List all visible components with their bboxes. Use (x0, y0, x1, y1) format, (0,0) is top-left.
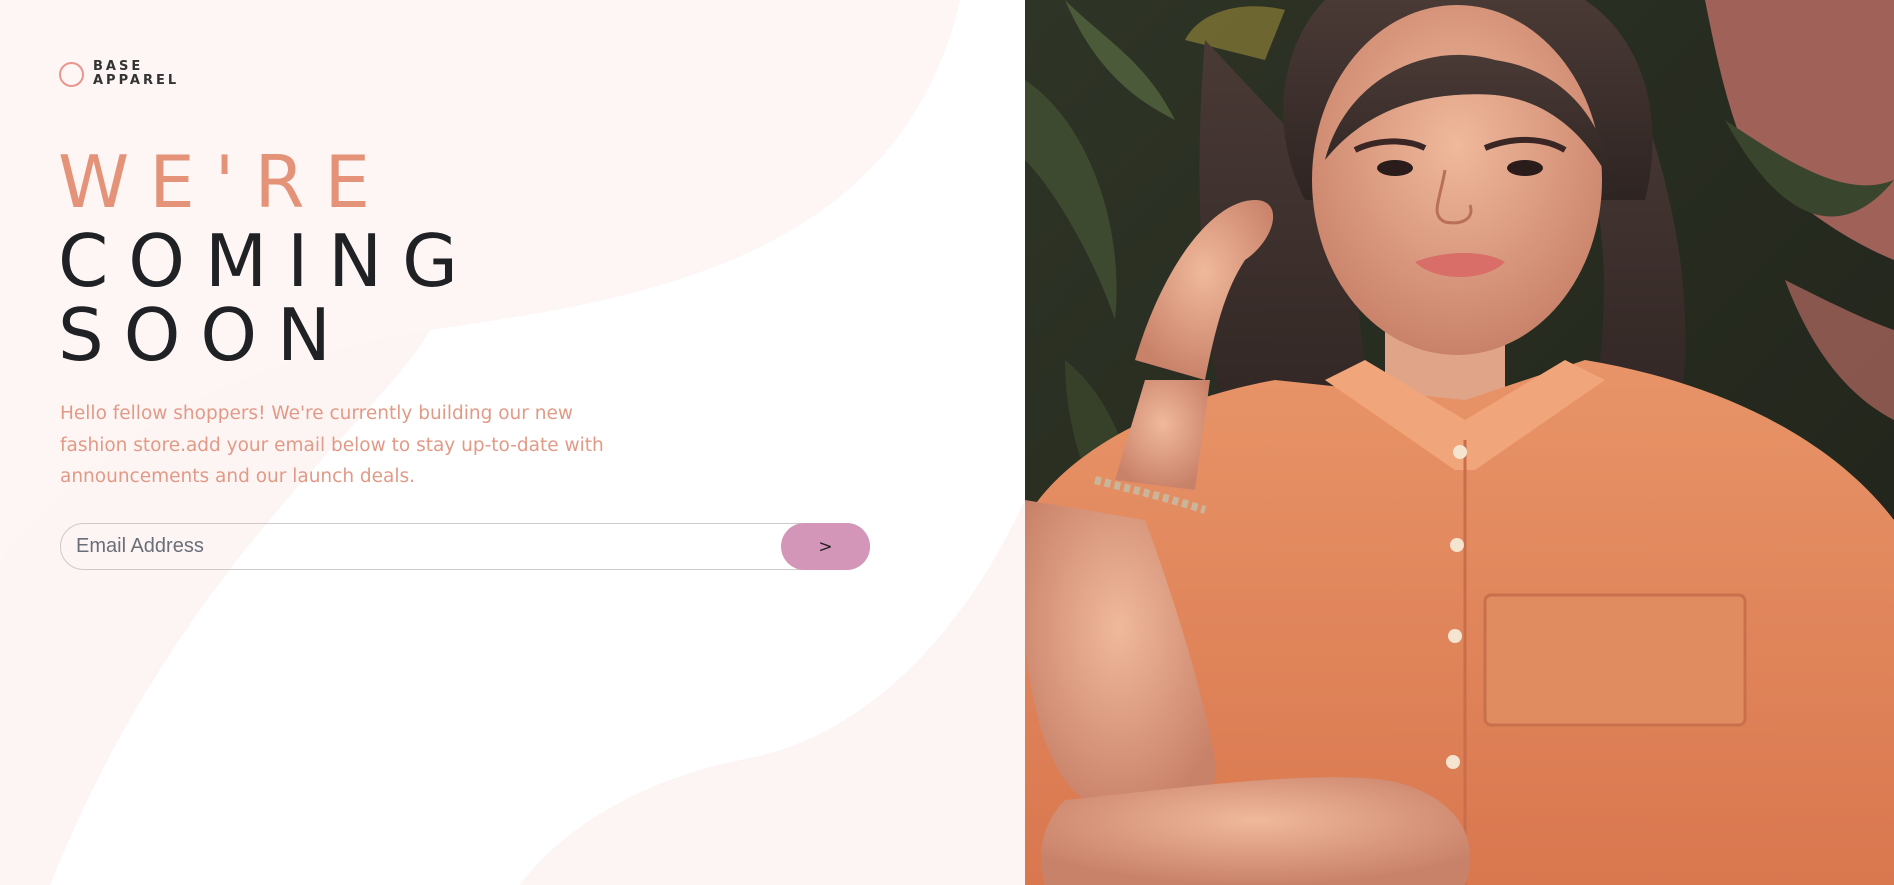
brand-name-line1: BASE (93, 59, 144, 74)
brand-logo[interactable]: BASE APPAREL (59, 60, 179, 88)
brand-name-line2: APPAREL (93, 73, 180, 88)
content-panel: BASE APPAREL WE'RE COMING SOON Hello fel… (0, 0, 1025, 885)
model-illustration (1025, 0, 1894, 885)
circle-logo-icon (59, 61, 84, 87)
email-field[interactable] (61, 524, 781, 569)
coming-soon-page: BASE APPAREL WE'RE COMING SOON Hello fel… (0, 0, 1894, 885)
title-line-coming: COMING (58, 219, 478, 303)
intro-text: Hello fellow shoppers! We're currently b… (60, 403, 604, 487)
email-signup-form: > (60, 523, 870, 570)
hero-photo (1025, 0, 1894, 885)
brand-name: BASE APPAREL (93, 60, 179, 88)
submit-button[interactable]: > (781, 523, 870, 570)
title-line-soon: SOON (58, 293, 351, 377)
title-line-were: WE'RE (58, 140, 390, 224)
page-title: WE'RE COMING SOON (58, 140, 478, 372)
